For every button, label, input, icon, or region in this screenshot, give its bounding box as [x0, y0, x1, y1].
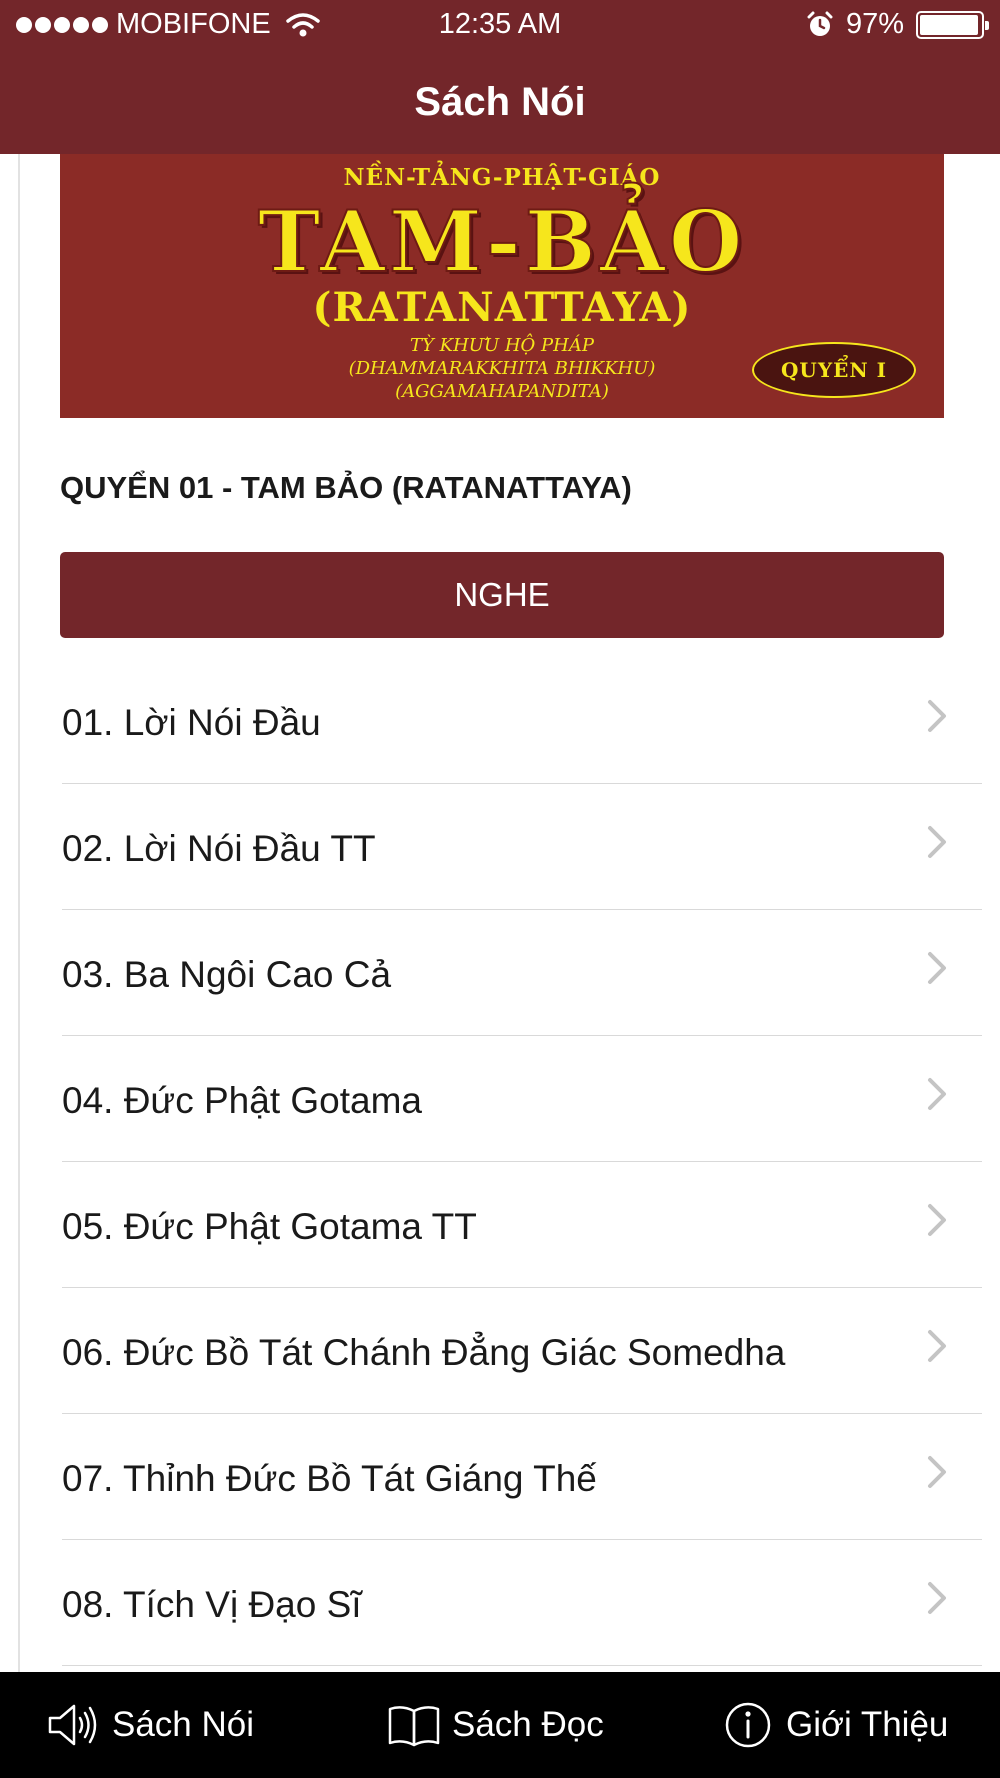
track-label: 02. Lời Nói Đầu TT	[62, 827, 376, 869]
track-label: 05. Đức Phật Gotama TT	[62, 1205, 477, 1247]
chevron-right-icon	[928, 1077, 946, 1110]
track-label: 06. Đức Bồ Tát Chánh Đẳng Giác Somedha	[62, 1331, 786, 1373]
tab-bar: Sách Nói Sách Đọc Giới Thiệu	[0, 1672, 1000, 1778]
list-item[interactable]: 08. Tích Vị Đạo Sĩ	[62, 1540, 982, 1666]
chevron-right-icon	[928, 1581, 946, 1614]
listen-button[interactable]: NGHE	[60, 552, 944, 638]
cover-top-line: NỀN-TẢNG-PHẬT-GIÁO	[343, 164, 661, 191]
track-label: 07. Thỉnh Đức Bồ Tát Giáng Thế	[62, 1457, 597, 1499]
navigation-bar: Sách Nói	[0, 50, 1000, 154]
tab-label: Sách Đọc	[452, 1705, 604, 1744]
chevron-right-icon	[928, 699, 946, 732]
list-item[interactable]: 02. Lời Nói Đầu TT	[62, 784, 982, 910]
list-item[interactable]: 05. Đức Phật Gotama TT	[62, 1162, 982, 1288]
track-label: 03. Ba Ngôi Cao Cả	[62, 953, 392, 995]
tab-sach-doc[interactable]: Sách Đọc	[386, 1672, 604, 1778]
list-item[interactable]: 01. Lời Nói Đầu	[62, 658, 982, 784]
list-item[interactable]: 06. Đức Bồ Tát Chánh Đẳng Giác Somedha	[62, 1288, 982, 1414]
main-content[interactable]: NỀN-TẢNG-PHẬT-GIÁO TAM-BẢO (RATANATTAYA)…	[18, 154, 1000, 1672]
chevron-right-icon	[928, 951, 946, 984]
cover-title: TAM-BẢO	[257, 191, 747, 292]
track-label: 01. Lời Nói Đầu	[62, 701, 321, 743]
tab-label: Sách Nói	[112, 1705, 255, 1744]
info-icon	[725, 1702, 771, 1748]
tab-gioi-thieu[interactable]: Giới Thiệu	[720, 1672, 948, 1778]
speaker-icon	[48, 1704, 97, 1746]
listen-button-label: NGHE	[454, 576, 550, 613]
status-right: 97%	[806, 8, 989, 41]
battery-percent: 97%	[845, 8, 904, 40]
chevron-right-icon	[928, 825, 946, 858]
nav-title: Sách Nói	[414, 79, 586, 124]
track-list: 01. Lời Nói Đầu 02. Lời Nói Đầu TT 03. B…	[62, 658, 982, 1666]
book-cover-banner: NỀN-TẢNG-PHẬT-GIÁO TAM-BẢO (RATANATTAYA)…	[60, 154, 944, 418]
chevron-right-icon	[928, 1329, 946, 1362]
volume-badge: QUYỂN I	[752, 342, 916, 398]
tab-label: Giới Thiệu	[786, 1705, 949, 1744]
list-item[interactable]: 03. Ba Ngôi Cao Cả	[62, 910, 982, 1036]
chevron-right-icon	[928, 1455, 946, 1488]
list-item[interactable]: 07. Thỉnh Đức Bồ Tát Giáng Thế	[62, 1414, 982, 1540]
alarm-clock-icon	[807, 11, 833, 36]
status-bar: MOBIFONE 12:35 AM 97%	[0, 0, 1000, 50]
chevron-right-icon	[928, 1203, 946, 1236]
cover-subtitle: (RATANATTAYA)	[312, 284, 692, 331]
tab-sach-noi[interactable]: Sách Nói	[46, 1672, 254, 1778]
battery-level-fill	[920, 14, 979, 35]
track-label: 04. Đức Phật Gotama	[62, 1079, 422, 1121]
book-icon	[388, 1706, 440, 1747]
book-title-heading: QUYỂN 01 - TAM BẢO (RATANATTAYA)	[60, 470, 632, 505]
battery-icon	[916, 10, 989, 39]
list-item[interactable]: 04. Đức Phật Gotama	[62, 1036, 982, 1162]
track-label: 08. Tích Vị Đạo Sĩ	[62, 1583, 362, 1625]
